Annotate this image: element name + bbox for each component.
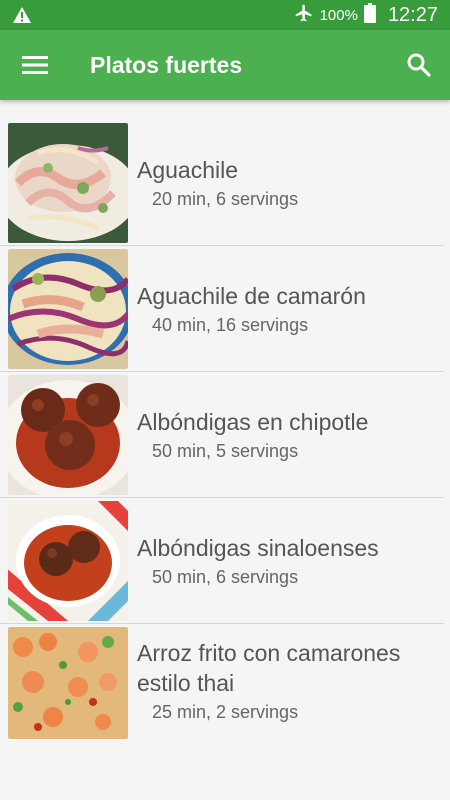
menu-icon[interactable]	[22, 53, 48, 77]
recipe-meta: 50 min, 6 servings	[152, 567, 299, 587]
battery-percent: 100%	[319, 6, 358, 24]
recipe-thumbnail	[8, 375, 128, 495]
recipe-thumbnail	[8, 123, 128, 243]
recipe-name: Aguachile de camarón	[137, 283, 366, 309]
recipe-meta: 50 min, 5 servings	[152, 441, 299, 461]
recipe-name: Arroz frito con camarones estilo thai	[137, 639, 401, 696]
list-item[interactable]: Aguachile de camarón 40 min, 16 servings	[0, 246, 444, 372]
recipe-meta: 20 min, 6 servings	[152, 189, 299, 209]
recipe-name: Albóndigas sinaloenses	[137, 535, 379, 561]
list-item[interactable]: Albóndigas en chipotle 50 min, 5 serving…	[0, 372, 444, 498]
recipe-thumbnail	[8, 501, 128, 621]
list-item[interactable]: Albóndigas sinaloenses 50 min, 6 serving…	[0, 498, 444, 624]
recipe-thumbnail	[8, 249, 128, 369]
status-bar: 100% 12:27	[0, 0, 450, 30]
list-item[interactable]: Arroz frito con camarones estilo thai 25…	[0, 624, 444, 750]
status-right: 100% 12:27	[294, 0, 438, 30]
search-icon[interactable]	[406, 52, 432, 78]
list-item[interactable]: Aguachile 20 min, 6 servings	[0, 120, 444, 246]
recipe-name: Albóndigas en chipotle	[137, 409, 369, 435]
airplane-mode-icon	[294, 3, 314, 28]
clock: 12:27	[387, 3, 438, 26]
recipe-meta: 40 min, 16 servings	[152, 315, 309, 335]
recipe-name: Aguachile	[137, 157, 239, 183]
recipe-list: Aguachile 20 min, 6 servings Aguachile d…	[0, 120, 450, 750]
recipe-meta: 25 min, 2 servings	[152, 701, 299, 722]
battery-icon	[363, 2, 376, 28]
recipe-thumbnail	[8, 627, 128, 739]
app-bar: Platos fuertes	[0, 30, 450, 100]
page-title: Platos fuertes	[90, 52, 243, 78]
warning-icon	[12, 6, 32, 29]
